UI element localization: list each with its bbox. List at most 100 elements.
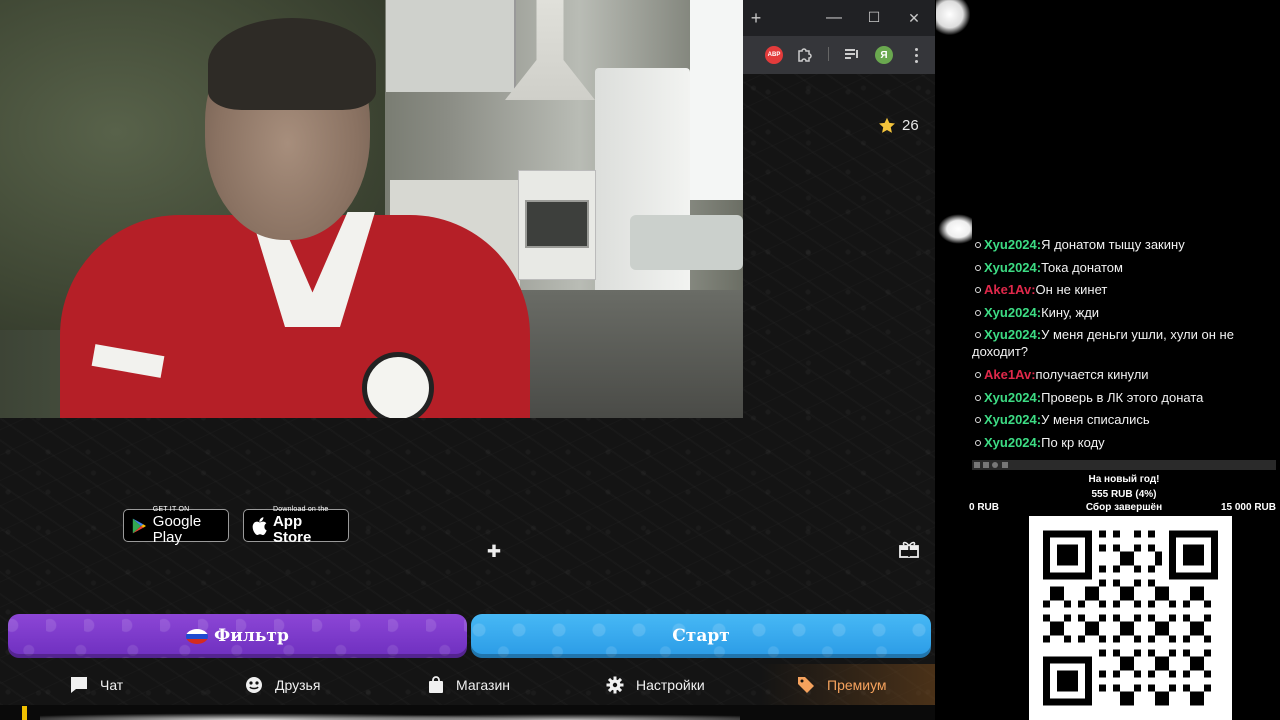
chat-nickname: Ake1Av: [984, 366, 1036, 382]
adblock-label: ABP [767, 52, 781, 58]
start-button-label: Старт [672, 626, 730, 646]
screen: + — ☐ ✕ ABP Я 26 GET IT ON Google Play D… [0, 0, 1280, 720]
browser-toolbar: ABP Я [743, 36, 935, 74]
adblock-extension-icon[interactable]: ABP [765, 46, 783, 64]
video-person-hair [208, 18, 376, 110]
media-queue-icon[interactable] [843, 45, 861, 63]
overlay-light-blob [938, 214, 972, 244]
chat-nickname: Xyu2024: [984, 259, 1042, 275]
message-bullet-icon [975, 242, 981, 248]
nav-chat-label: Чат [100, 676, 124, 693]
chat-nickname: Xyu2024: [984, 304, 1042, 320]
bottom-glow [40, 708, 740, 720]
nav-friends-label: Друзья [275, 676, 321, 693]
video-cabinet [386, 0, 516, 92]
close-button[interactable]: ✕ [904, 10, 924, 26]
chat-text: Кину, жди [1041, 304, 1100, 320]
chat-message: Ake1Av:Он не кинет [972, 281, 1278, 298]
bottom-navigation: Чат Друзья Магазин Настройки Премиум [0, 664, 935, 705]
message-bullet-icon [975, 394, 981, 401]
message-bullet-icon [975, 417, 981, 424]
start-button[interactable]: Старт [471, 614, 931, 658]
browser-menu-icon[interactable] [909, 46, 923, 64]
gear-icon [606, 676, 624, 693]
chat-text: Он не кинет [1035, 282, 1108, 298]
chat-text: По кр коду [1041, 434, 1105, 450]
nav-shop[interactable]: Магазин [428, 664, 510, 705]
video-shirt-badge [362, 352, 434, 418]
message-bullet-icon [975, 287, 981, 294]
friends-icon [246, 676, 262, 693]
star-count-value: 26 [902, 117, 919, 134]
video-window-light [690, 0, 743, 200]
chat-message: Xyu2024:У меня списались [972, 411, 1278, 428]
extensions-puzzle-icon[interactable] [796, 45, 814, 63]
chat-nickname: Ake1Av: [984, 282, 1036, 298]
message-bullet-icon [975, 439, 981, 446]
nav-settings[interactable]: Настройки [606, 664, 705, 705]
video-stove-door [525, 200, 589, 248]
chat-nickname: Xyu2024: [984, 237, 1042, 252]
nav-shop-label: Магазин [456, 676, 511, 693]
donation-goal-max: 15 000 RUB [1220, 502, 1276, 513]
chat-message: Xyu2024:У меня деньги ушли, хули он не д… [972, 326, 1278, 360]
new-tab-button[interactable]: + [746, 9, 766, 27]
donation-goal-amount: 555 RUB (4%) [1091, 489, 1157, 500]
maximize-button[interactable]: ☐ [864, 9, 884, 25]
chat-tool-icon [983, 462, 989, 468]
chat-toolbar-strip [972, 460, 1276, 470]
filter-button-label: Фильтр [214, 626, 289, 646]
google-play-icon [132, 518, 146, 533]
shop-bag-icon [429, 675, 443, 693]
chat-text: получается кинули [1035, 366, 1149, 382]
chat-text: Тока донатом [1041, 259, 1123, 275]
tag-icon [798, 676, 814, 693]
star-balance[interactable]: 26 [878, 117, 919, 134]
chat-nickname: Xyu2024: [984, 327, 1042, 343]
google-play-badge[interactable]: GET IT ON Google Play [123, 506, 229, 545]
profile-letter: Я [880, 49, 888, 61]
chat-nickname: Xyu2024: [984, 412, 1042, 428]
profile-avatar[interactable]: Я [875, 46, 893, 64]
russia-flag-icon [186, 628, 209, 644]
nav-premium[interactable]: Премиум [797, 664, 887, 705]
app-store-badge[interactable]: Download on the App Store [243, 506, 349, 545]
chat-nickname: Xyu2024: [984, 389, 1042, 405]
filter-button[interactable]: Фильтр [8, 614, 467, 658]
donation-goal-min: 0 RUB [969, 502, 1000, 513]
nav-premium-label: Премиум [827, 676, 887, 693]
gift-icon[interactable] [899, 540, 919, 560]
google-play-text: Google Play [152, 512, 202, 546]
webcam-video [0, 0, 743, 418]
chat-message: Xyu2024:По кр коду [972, 434, 1278, 451]
chat-roulette-app-window: + — ☐ ✕ ABP Я 26 GET IT ON Google Play D… [0, 0, 935, 705]
nav-settings-label: Настройки [636, 676, 705, 693]
video-table [630, 215, 743, 270]
message-bullet-icon [975, 371, 981, 378]
chat-message: Ake1Av:получается кинули [972, 366, 1278, 383]
chat-message: Xyu2024:Я донатом тыщу закину [972, 236, 1278, 253]
nav-friends[interactable]: Друзья [245, 664, 320, 705]
chat-tool-icon [974, 462, 980, 468]
app-store-text: App Store [272, 512, 312, 546]
video-range-hood [505, 0, 595, 100]
chat-text: Я донатом тыщу закину [1041, 237, 1185, 252]
donation-qr-code [1029, 516, 1232, 720]
star-icon [879, 117, 895, 133]
chat-nickname: Xyu2024: [984, 434, 1042, 450]
overlay-light-blob [936, 0, 970, 36]
chat-text: У меня списались [1041, 412, 1150, 428]
donation-goal-title: На новый год! [1088, 474, 1160, 485]
chat-text: Проверь в ЛК этого доната [1041, 389, 1204, 405]
minimize-button[interactable]: — [824, 10, 844, 26]
yellow-marker [22, 706, 27, 720]
nav-chat[interactable]: Чат [70, 664, 123, 705]
gamepad-icon[interactable]: ✚ [484, 542, 504, 562]
chat-tool-icon [992, 462, 998, 468]
chat-tool-icon [1002, 462, 1008, 468]
chat-message: Xyu2024:Проверь в ЛК этого доната [972, 389, 1278, 406]
browser-titlebar: + — ☐ ✕ [743, 0, 935, 36]
toolbar-divider [828, 47, 829, 61]
chat-message: Xyu2024:Кину, жди [972, 304, 1278, 321]
stream-chat-overlay: Xyu2024:Я донатом тыщу закину Xyu2024:Ток… [972, 236, 1278, 456]
